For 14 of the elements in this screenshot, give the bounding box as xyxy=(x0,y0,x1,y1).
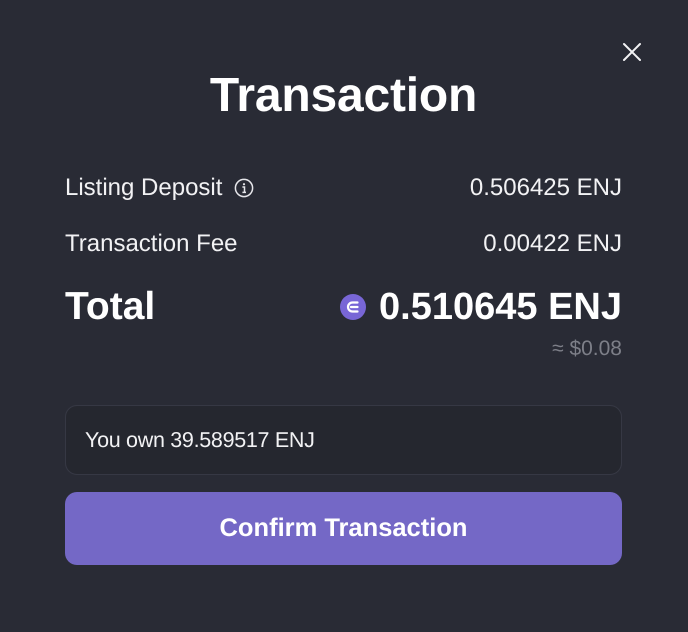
total-label: Total xyxy=(65,285,156,329)
fiat-estimate: ≈ $0.08 xyxy=(552,337,622,361)
total-amount: 0.510645 ENJ xyxy=(379,286,622,328)
coin-icon xyxy=(340,294,366,320)
fee-label: Transaction Fee xyxy=(65,230,238,258)
close-button[interactable] xyxy=(620,40,644,64)
fee-amount: 0.506425 ENJ xyxy=(470,174,622,202)
balance-text: You own 39.589517 ENJ xyxy=(85,428,315,452)
info-icon[interactable] xyxy=(234,178,254,198)
confirm-button[interactable]: Confirm Transaction xyxy=(65,492,622,565)
fee-label: Listing Deposit xyxy=(65,174,222,202)
fee-amount: 0.00422 ENJ xyxy=(483,230,622,258)
dialog-title: Transaction xyxy=(208,68,478,124)
close-icon xyxy=(620,40,644,64)
